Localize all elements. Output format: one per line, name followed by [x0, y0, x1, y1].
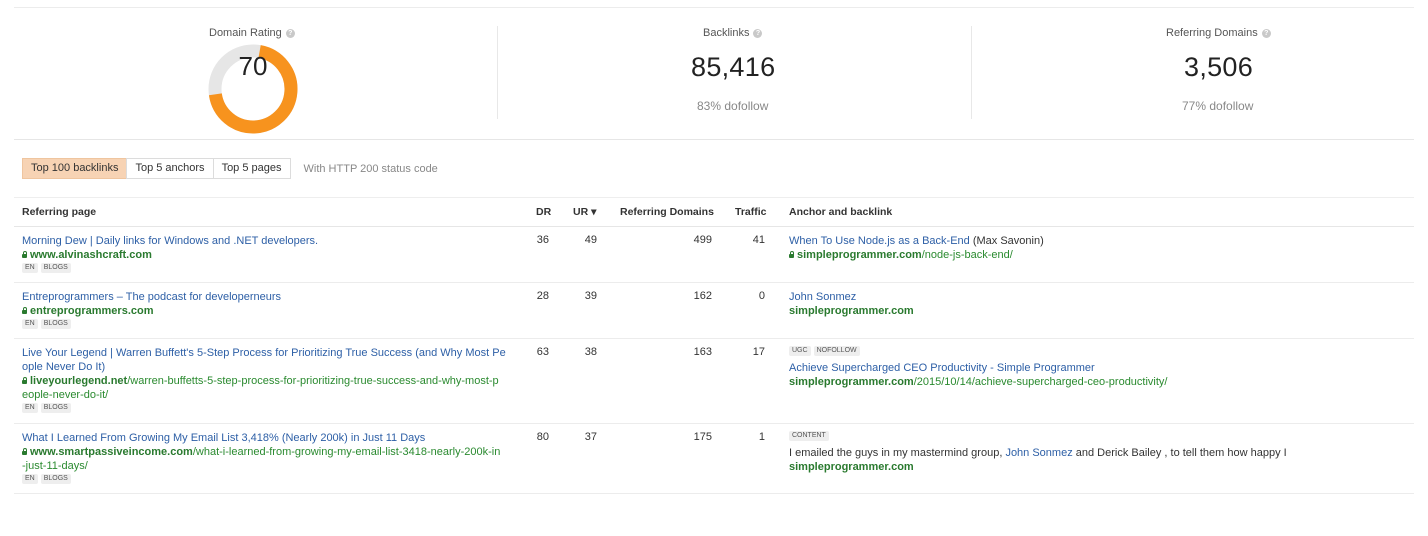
referring-page-cell: Morning Dew | Daily links for Windows an… [22, 234, 514, 275]
referring-page-cell: Live Your Legend | Warren Buffett's 5-St… [22, 346, 514, 415]
anchor-link[interactable]: John Sonmez [789, 291, 856, 303]
backlinks-card: Backlinks? 85,416 83% dofollow [498, 8, 972, 139]
backlinks-label: Backlinks? [703, 27, 763, 39]
anchor-author: (Max Savonin) [969, 235, 1044, 247]
section-divider [14, 197, 1414, 198]
lock-icon [22, 307, 27, 314]
col-referring-domains[interactable]: Referring Domains [620, 206, 714, 218]
referring-page-url[interactable]: www.smartpassiveincome.com/what-i-learne… [22, 445, 514, 473]
lock-icon [22, 448, 27, 455]
domain-rating-card: Domain Rating? 70 [14, 8, 498, 139]
referring-domains-card: Referring Domains? 3,506 77% dofollow [972, 8, 1414, 139]
language-badge: EN [22, 403, 38, 413]
backlink-tabs: Top 100 backlinks Top 5 anchors Top 5 pa… [22, 158, 438, 179]
row-divider [14, 338, 1414, 339]
col-referring-page[interactable]: Referring page [22, 206, 96, 218]
dr-value: 28 [536, 290, 549, 302]
referring-page-url[interactable]: liveyourlegend.net/warren-buffetts-5-ste… [22, 374, 514, 402]
referring-page-url[interactable]: entreprogrammers.com [30, 305, 154, 317]
anchor-link[interactable]: When To Use Node.js as a Back-End [789, 235, 970, 247]
http-status-note: With HTTP 200 status code [303, 162, 438, 175]
col-dr[interactable]: DR [536, 206, 551, 218]
anchor-context: I emailed the guys in my mastermind grou… [789, 447, 1006, 459]
anchor-backlink-cell: When To Use Node.js as a Back-End (Max S… [789, 234, 1409, 262]
referring-domains-value: 175 [693, 431, 712, 443]
lock-icon [22, 377, 27, 384]
ur-value: 49 [584, 234, 597, 246]
dr-value: 80 [536, 431, 549, 443]
category-badge: BLOGS [40, 474, 71, 484]
domain-rating-value: 70 [238, 51, 268, 81]
referring-page-title-link[interactable]: Entreprogrammers – The podcast for devel… [22, 291, 281, 303]
referring-domains-value: 3,506 [1184, 52, 1254, 82]
dr-value: 36 [536, 234, 549, 246]
category-badge: BLOGS [40, 403, 71, 413]
nofollow-badge: NOFOLLOW [813, 346, 860, 356]
referring-page-cell: What I Learned From Growing My Email Lis… [22, 431, 514, 486]
referring-domains-label: Referring Domains? [1166, 27, 1271, 39]
traffic-value: 1 [758, 431, 765, 443]
category-badge: BLOGS [40, 263, 71, 273]
help-icon[interactable]: ? [1261, 29, 1271, 38]
backlink-target-url[interactable]: simpleprogrammer.com/node-js-back-end/ [789, 248, 1409, 262]
backlinks-dofollow: 83% dofollow [697, 99, 769, 113]
lock-icon [22, 251, 27, 258]
referring-page-url[interactable]: www.alvinashcraft.com [30, 249, 152, 261]
referring-domains-dofollow: 77% dofollow [1182, 99, 1254, 113]
referring-domains-value: 499 [693, 234, 712, 246]
backlink-target-url[interactable]: simpleprogrammer.com/2015/10/14/achieve-… [789, 375, 1409, 389]
header-divider [14, 226, 1414, 227]
language-badge: EN [22, 474, 38, 484]
row-divider [14, 493, 1414, 494]
traffic-value: 0 [758, 290, 765, 302]
lock-icon [789, 251, 794, 258]
referring-page-title-link[interactable]: Morning Dew | Daily links for Windows an… [22, 235, 318, 247]
referring-page-title-link[interactable]: Live Your Legend | Warren Buffett's 5-St… [22, 347, 506, 373]
tab-top-100-backlinks[interactable]: Top 100 backlinks [22, 158, 128, 179]
domain-rating-label: Domain Rating? [209, 27, 295, 39]
referring-domains-value: 162 [693, 290, 712, 302]
ur-value: 39 [584, 290, 597, 302]
ur-value: 38 [584, 346, 597, 358]
anchor-context: and Derick Bailey , to tell them how hap… [1072, 447, 1287, 459]
referring-page-cell: Entreprogrammers – The podcast for devel… [22, 290, 514, 331]
language-badge: EN [22, 319, 38, 329]
anchor-backlink-cell: UGC NOFOLLOW Achieve Supercharged CEO Pro… [789, 346, 1409, 389]
col-anchor-backlink: Anchor and backlink [789, 206, 893, 218]
row-divider [14, 423, 1414, 424]
content-badge: CONTENT [789, 431, 829, 441]
dr-value: 63 [536, 346, 549, 358]
row-divider [14, 282, 1414, 283]
tab-top-5-pages[interactable]: Top 5 pages [212, 158, 291, 179]
ur-value: 37 [584, 431, 597, 443]
tab-top-5-anchors[interactable]: Top 5 anchors [126, 158, 214, 179]
backlink-target-url[interactable]: simpleprogrammer.com [789, 304, 1409, 318]
category-badge: BLOGS [40, 319, 71, 329]
language-badge: EN [22, 263, 38, 273]
traffic-value: 41 [752, 234, 765, 246]
traffic-value: 17 [752, 346, 765, 358]
stats-panel: Domain Rating? 70 Backlinks? 85,416 83% … [14, 8, 1414, 140]
col-ur[interactable]: UR ▾ [573, 206, 596, 218]
anchor-backlink-cell: CONTENT I emailed the guys in my masterm… [789, 431, 1409, 474]
anchor-link[interactable]: John Sonmez [1005, 447, 1072, 459]
ugc-badge: UGC [789, 346, 811, 356]
backlink-target-url[interactable]: simpleprogrammer.com [789, 460, 1409, 474]
referring-domains-value: 163 [693, 346, 712, 358]
help-icon[interactable]: ? [753, 29, 763, 38]
anchor-link[interactable]: Achieve Supercharged CEO Productivity - … [789, 362, 1095, 374]
sort-desc-icon: ▾ [591, 206, 597, 218]
referring-page-title-link[interactable]: What I Learned From Growing My Email Lis… [22, 432, 425, 444]
help-icon[interactable]: ? [285, 29, 295, 38]
anchor-backlink-cell: John Sonmez simpleprogrammer.com [789, 290, 1409, 318]
col-traffic[interactable]: Traffic [735, 206, 767, 218]
backlinks-value: 85,416 [691, 52, 776, 82]
